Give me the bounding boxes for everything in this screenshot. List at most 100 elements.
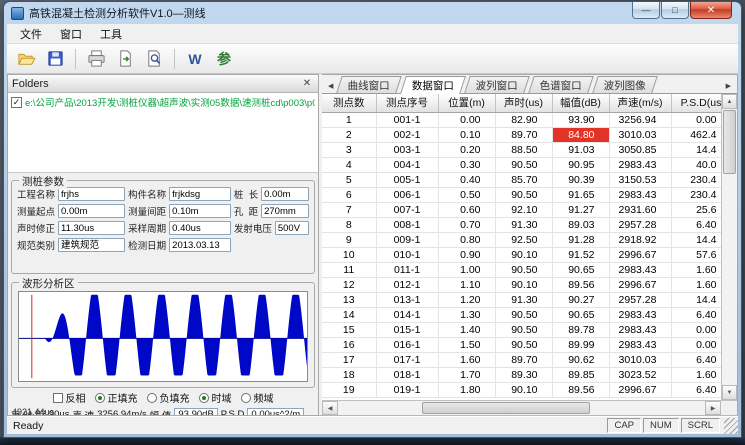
column-header[interactable]: 位置(m) — [438, 94, 495, 112]
scroll-down-icon[interactable]: ▼ — [722, 385, 737, 400]
open-file-button[interactable] — [13, 47, 39, 71]
menu-tools[interactable]: 工具 — [91, 24, 131, 44]
close-button[interactable]: ✕ — [690, 2, 732, 19]
horizontal-scrollbar[interactable]: ◀ ▶ — [322, 400, 737, 415]
freq-domain-radio[interactable]: 频域 — [241, 390, 274, 405]
table-row[interactable]: 11011-11.0090.5090.652983.431.60 — [322, 262, 721, 277]
param-value-field[interactable]: 2013.03.13 — [169, 238, 231, 252]
table-cell: 90.65 — [552, 307, 609, 322]
tab-scroll-right-icon[interactable]: ▶ — [722, 82, 735, 93]
save-button[interactable] — [42, 47, 68, 71]
time-domain-label: 时域 — [212, 390, 232, 405]
tree-checkbox-icon[interactable]: ✓ — [11, 97, 22, 108]
maximize-button[interactable]: □ — [661, 2, 689, 19]
fill-positive-radio[interactable]: 正填充 — [95, 390, 138, 405]
minimize-button[interactable]: — — [632, 2, 660, 19]
param-value-field[interactable]: 0.40us — [169, 221, 231, 235]
resize-grip[interactable] — [724, 418, 738, 434]
table-cell: 13 — [322, 292, 376, 307]
scroll-up-icon[interactable]: ▲ — [722, 94, 737, 109]
table-row[interactable]: 14014-11.3090.5090.652983.436.40 — [322, 307, 721, 322]
column-header[interactable]: 声速(m/s) — [609, 94, 671, 112]
column-header[interactable]: P.S.D(us — [671, 94, 721, 112]
param-value-field[interactable]: 500V — [275, 221, 309, 235]
table-cell: 5 — [322, 172, 376, 187]
tree-item[interactable]: ✓ e:\公司产品\2013开发\测桩仪器\超声波\实测05数据\速测桩cd\p… — [11, 95, 315, 109]
scroll-right-icon[interactable]: ▶ — [705, 401, 721, 415]
table-row[interactable]: 17017-11.6089.7090.623010.036.40 — [322, 352, 721, 367]
table-row[interactable]: 7007-10.6092.1091.272931.6025.6 — [322, 202, 721, 217]
pile-params-group: 测桩参数 工程名称frjhs构件名称frjkdsg桩 长0.00m测量起点0.0… — [11, 180, 315, 274]
table-row[interactable]: 19019-11.8090.1089.562996.676.40 — [322, 382, 721, 397]
export-button[interactable] — [112, 47, 138, 71]
title-bar[interactable]: 高铁混凝土检测分析软件V1.0—测线 — □ ✕ — [7, 2, 738, 24]
table-cell: 85.70 — [495, 172, 552, 187]
readout-extra-value: 4921.44us — [12, 408, 54, 415]
menu-file[interactable]: 文件 — [11, 24, 51, 44]
table-cell: 1.50 — [438, 337, 495, 352]
column-header[interactable]: 声时(us) — [495, 94, 552, 112]
tab-spectrum-window[interactable]: 色谱窗口 — [529, 76, 595, 93]
desktop-taskbar — [0, 437, 745, 445]
table-row[interactable]: 2002-10.1089.7084.803010.03462.4 — [322, 127, 721, 142]
table-cell: 6.40 — [671, 352, 721, 367]
column-header[interactable]: 幅值(dB) — [552, 94, 609, 112]
checkbox-icon — [53, 393, 63, 403]
tab-scroll-left-icon[interactable]: ◀ — [324, 82, 337, 93]
fill-negative-radio[interactable]: 负填充 — [147, 390, 190, 405]
table-row[interactable]: 6006-10.5090.5091.652983.43230.4 — [322, 187, 721, 202]
column-header[interactable]: 测点序号 — [376, 94, 438, 112]
table-row[interactable]: 9009-10.8092.5091.282918.9214.4 — [322, 232, 721, 247]
time-domain-radio[interactable]: 时域 — [199, 390, 232, 405]
table-row[interactable]: 15015-11.4090.5089.782983.430.00 — [322, 322, 721, 337]
table-cell: 2 — [322, 127, 376, 142]
print-button[interactable] — [83, 47, 109, 71]
param-value-field[interactable]: frjkdsg — [169, 187, 231, 201]
table-row[interactable]: 12012-11.1090.1089.562996.671.60 — [322, 277, 721, 292]
param-value-field[interactable]: 270mm — [261, 204, 309, 218]
param-value-field[interactable]: 11.30us — [58, 221, 125, 235]
tab-data-window[interactable]: 数据窗口 — [400, 76, 466, 94]
table-cell: 011-1 — [376, 262, 438, 277]
param-value-field[interactable]: 建筑规范 — [58, 238, 125, 252]
parameter-button[interactable]: 参 — [211, 47, 237, 71]
vertical-scroll-track[interactable] — [722, 175, 737, 385]
table-row[interactable]: 3003-10.2088.5091.033050.8514.4 — [322, 142, 721, 157]
table-cell: 010-1 — [376, 247, 438, 262]
table-row[interactable]: 5005-10.4085.7090.393150.53230.4 — [322, 172, 721, 187]
param-value-field[interactable]: 0.00m — [58, 204, 125, 218]
invert-checkbox[interactable]: 反相 — [53, 390, 86, 405]
param-label: 检测日期 — [128, 238, 166, 252]
table-row[interactable]: 4004-10.3090.5090.952983.4340.0 — [322, 157, 721, 172]
table-row[interactable]: 13013-11.2091.3090.272957.2814.4 — [322, 292, 721, 307]
table-cell: 2983.43 — [609, 262, 671, 277]
param-value-field[interactable]: frjhs — [58, 187, 125, 201]
table-row[interactable]: 16016-11.5090.5089.992983.430.00 — [322, 337, 721, 352]
table-cell: 3023.52 — [609, 367, 671, 382]
param-value-field[interactable]: 0.00m — [261, 187, 309, 201]
table-row[interactable]: 18018-11.7089.3089.853023.521.60 — [322, 367, 721, 382]
tab-wave-image[interactable]: 波列图像 — [593, 76, 659, 93]
word-report-button[interactable]: W — [182, 47, 208, 71]
waveform-plot[interactable] — [18, 291, 308, 382]
table-row[interactable]: 10010-10.9090.1091.522996.6757.6 — [322, 247, 721, 262]
table-cell: 3010.03 — [609, 127, 671, 142]
horizontal-scroll-thumb[interactable] — [422, 402, 590, 414]
tab-wave-train-window[interactable]: 波列窗口 — [465, 76, 531, 93]
param-value-field[interactable]: 0.10m — [169, 204, 231, 218]
table-cell: 11 — [322, 262, 376, 277]
panel-close-icon[interactable]: ✕ — [300, 78, 314, 89]
folder-tree[interactable]: ✓ e:\公司产品\2013开发\测桩仪器\超声波\实测05数据\速测桩cd\p… — [8, 93, 318, 173]
print-preview-button[interactable] — [141, 47, 167, 71]
tab-curve-window[interactable]: 曲线窗口 — [337, 76, 403, 93]
menu-window[interactable]: 窗口 — [51, 24, 91, 44]
column-header[interactable]: 测点数 — [322, 94, 376, 112]
scroll-left-icon[interactable]: ◀ — [322, 401, 338, 415]
vertical-scroll-thumb[interactable] — [723, 110, 736, 174]
horizontal-scroll-track[interactable] — [338, 401, 705, 415]
vertical-scrollbar[interactable]: ▲ ▼ — [721, 94, 737, 400]
table-row[interactable]: 8008-10.7091.3089.032957.286.40 — [322, 217, 721, 232]
invert-label: 反相 — [66, 390, 86, 405]
table-cell: 019-1 — [376, 382, 438, 397]
table-row[interactable]: 1001-10.0082.9093.903256.940.00 — [322, 112, 721, 127]
